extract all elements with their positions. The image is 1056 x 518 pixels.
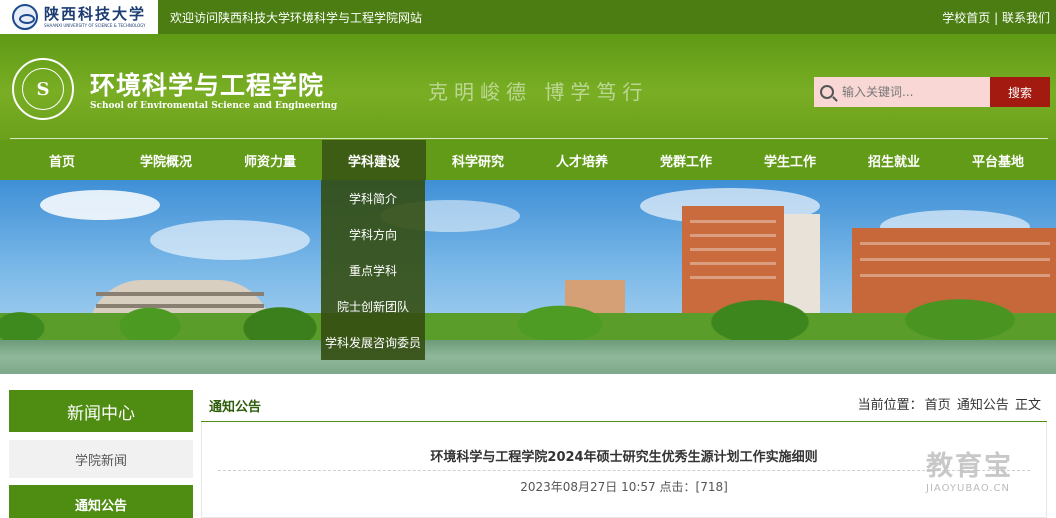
search-bar: 搜索 xyxy=(814,77,1050,107)
university-name-cn: 陕西科技大学 xyxy=(44,4,147,23)
dropdown-item-academician-team[interactable]: 院士创新团队 xyxy=(321,288,425,324)
sidebar-item-notices[interactable]: 通知公告 xyxy=(9,485,193,518)
breadcrumb: 当前位置： 首页 通知公告 正文 xyxy=(856,394,1041,413)
link-separator: | xyxy=(990,11,1002,25)
nav-item-platform[interactable]: 平台基地 xyxy=(946,140,1050,180)
main-nav: 首页 学院概况 师资力量 学科建设 科学研究 人才培养 党群工作 学生工作 招生… xyxy=(0,140,1056,180)
nav-item-education[interactable]: 人才培养 xyxy=(530,140,634,180)
college-logo-icon[interactable]: S xyxy=(12,58,74,120)
watermark-text: 教育宝 xyxy=(926,451,1013,482)
watermark-domain: JIAOYUBAO.CN xyxy=(926,483,1010,494)
nav-item-party[interactable]: 党群工作 xyxy=(634,140,738,180)
college-title: 环境科学与工程学院 xyxy=(90,71,325,100)
sidebar-title: 新闻中心 xyxy=(9,390,193,432)
college-logo-letter: S xyxy=(22,68,64,110)
nav-item-faculty[interactable]: 师资力量 xyxy=(218,140,322,180)
college-motto: 克明峻德 博学笃行 xyxy=(428,80,649,104)
clicks-count: [718] xyxy=(695,480,728,494)
nav-item-overview[interactable]: 学院概况 xyxy=(114,140,218,180)
college-title-en: School of Enviromental Science and Engin… xyxy=(90,101,338,111)
nav-item-home[interactable]: 首页 xyxy=(10,140,114,180)
dropdown-item-advisory-committee[interactable]: 学科发展咨询委员 xyxy=(321,324,425,360)
content-header: 通知公告 当前位置： 首页 通知公告 正文 xyxy=(201,388,1047,422)
nav-item-students[interactable]: 学生工作 xyxy=(738,140,842,180)
dropdown-item-intro[interactable]: 学科简介 xyxy=(321,180,425,216)
article-meta: 2023年08月27日 10:57 点击：[718] xyxy=(201,478,1047,495)
search-box xyxy=(814,77,990,107)
article-date: 2023年08月27日 10:57 xyxy=(520,480,656,494)
sidebar-item-college-news[interactable]: 学院新闻 xyxy=(9,440,193,478)
article-divider xyxy=(218,470,1030,471)
university-seal-icon xyxy=(12,4,38,30)
breadcrumb-home[interactable]: 首页 xyxy=(925,398,951,413)
site-header: S 环境科学与工程学院 School of Enviromental Scien… xyxy=(0,34,1056,140)
top-links: 学校首页 | 联系我们 xyxy=(942,9,1050,26)
article-title: 环境科学与工程学院2024年硕士研究生优秀生源计划工作实施细则 xyxy=(430,450,818,465)
school-home-link[interactable]: 学校首页 xyxy=(942,11,990,25)
section-title: 通知公告 xyxy=(209,400,262,415)
nav-item-discipline[interactable]: 学科建设 xyxy=(322,140,426,180)
search-input[interactable] xyxy=(842,85,982,99)
header-divider xyxy=(10,138,1048,139)
discipline-dropdown-menu: 学科简介 学科方向 重点学科 院士创新团队 学科发展咨询委员 xyxy=(321,180,425,360)
nav-item-admission[interactable]: 招生就业 xyxy=(842,140,946,180)
breadcrumb-notices[interactable]: 通知公告 xyxy=(957,398,1009,413)
contact-us-link[interactable]: 联系我们 xyxy=(1002,11,1050,25)
nav-item-research[interactable]: 科学研究 xyxy=(426,140,530,180)
breadcrumb-current: 正文 xyxy=(1014,398,1041,413)
university-logo[interactable]: 陕西科技大学 SHAANXI UNIVERSITY OF SCIENCE & T… xyxy=(0,0,158,34)
welcome-text: 欢迎访问陕西科技大学环境科学与工程学院网站 xyxy=(170,10,423,25)
top-bar: 陕西科技大学 SHAANXI UNIVERSITY OF SCIENCE & T… xyxy=(0,0,1056,34)
campus-banner-image xyxy=(0,180,1056,374)
breadcrumb-label: 当前位置： xyxy=(857,398,923,413)
university-name: 陕西科技大学 SHAANXI UNIVERSITY OF SCIENCE & T… xyxy=(44,4,147,29)
university-name-en: SHAANXI UNIVERSITY OF SCIENCE & TECHNOLO… xyxy=(44,22,146,28)
watermark: 教育宝 JIAOYUBAO.CN xyxy=(926,444,1044,494)
search-icon xyxy=(820,85,834,99)
dropdown-item-directions[interactable]: 学科方向 xyxy=(321,216,425,252)
search-button[interactable]: 搜索 xyxy=(990,77,1050,107)
dropdown-item-key-disciplines[interactable]: 重点学科 xyxy=(321,252,425,288)
clicks-label: 点击： xyxy=(659,480,696,494)
